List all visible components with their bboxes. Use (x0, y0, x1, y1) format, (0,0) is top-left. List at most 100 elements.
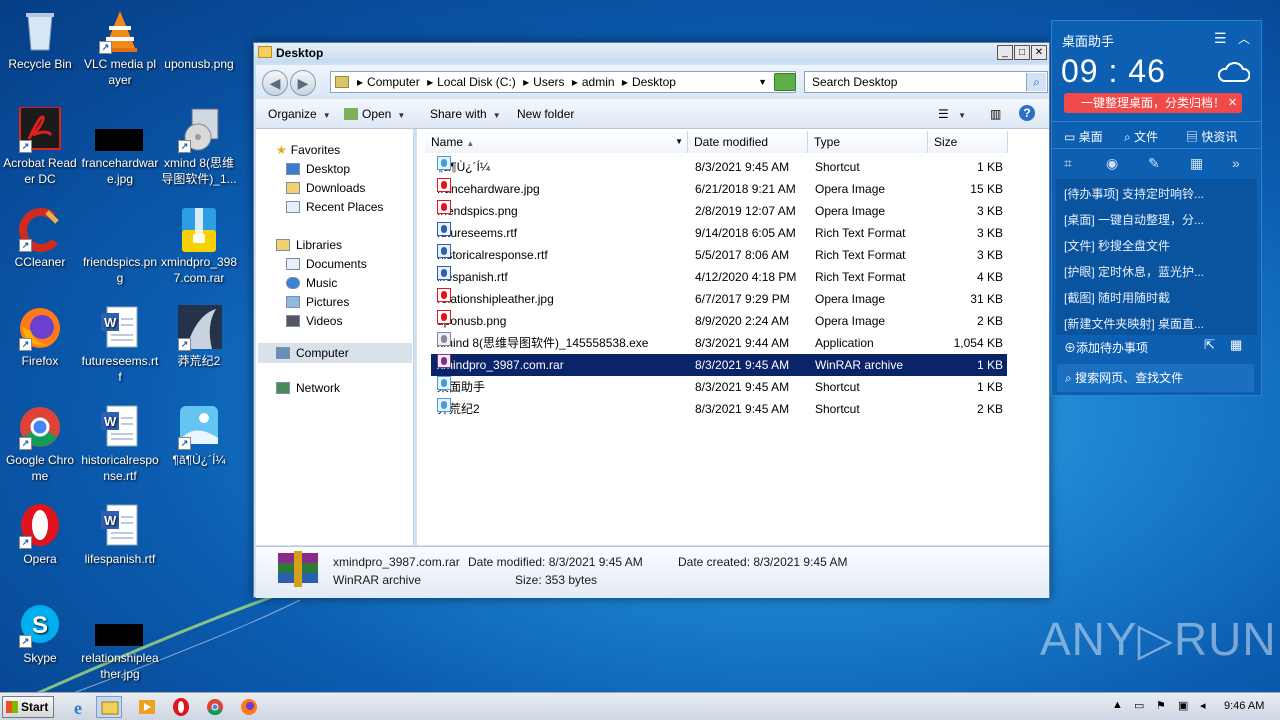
tab-files[interactable]: ⌕ 文件 (1124, 128, 1158, 145)
desktop-icon-uponusb[interactable]: uponusb.png (160, 8, 238, 72)
nav-network[interactable]: Network (276, 381, 340, 395)
title-bar[interactable]: Desktop _ □ ✕ (254, 43, 1049, 63)
file-row[interactable]: historicalresponse.rtf 5/5/2017 8:06 AM Ri… (431, 244, 1007, 266)
address-breadcrumb[interactable]: ▸ Computer ▸ Local Disk (C:) ▸ Users ▸ admin… (330, 71, 796, 93)
file-row[interactable]: xmind 8(思维导图软件)_145558538.exe 8/3/2021 9:… (431, 332, 1007, 354)
nav-pictures[interactable]: Pictures (286, 295, 349, 309)
edit-icon[interactable]: ✎ (1148, 155, 1160, 172)
column-header-name[interactable]: Name ▲ ▼ (425, 131, 688, 153)
maximize-button[interactable]: □ (1014, 45, 1030, 60)
tray-expand-icon[interactable]: ▲ (1112, 699, 1123, 711)
back-button[interactable]: ◀ (262, 70, 288, 96)
start-button[interactable]: Start (2, 696, 54, 718)
file-row[interactable]: lifespanish.rtf 4/12/2020 4:18 PM Rich Tex… (431, 266, 1007, 288)
widget-item[interactable]: [文件] 秒搜全盘文件 (1064, 237, 1170, 254)
breadcrumb-computer[interactable]: Computer (367, 75, 420, 89)
taskbar-clock[interactable]: 9:46 AM (1224, 700, 1264, 712)
new-folder-button[interactable]: New folder (517, 107, 574, 121)
monitor-tray-icon[interactable]: ▣ (1178, 699, 1188, 712)
column-header-date[interactable]: Date modified (688, 131, 808, 153)
share-with-button[interactable]: Share with ▼ (430, 107, 501, 121)
promo-banner[interactable]: 一键整理桌面，分类归档！ (1064, 93, 1242, 113)
desktop-icon-francehardware[interactable]: francehardware.jpg (81, 107, 159, 187)
file-row[interactable]: ¶ã¶Ù¿´Í¼ 8/3/2021 9:45 AM Shortcut 1 KB (431, 156, 1007, 178)
desktop-icon-opera[interactable]: ↗ Opera (1, 503, 79, 567)
nav-music[interactable]: Music (286, 276, 337, 290)
more-icon[interactable]: » (1232, 155, 1240, 171)
search-icon[interactable]: ⌕ (1026, 73, 1046, 91)
file-row[interactable]: xmindpro_3987.com.rar 8/3/2021 9:45 AM Win… (431, 354, 1007, 376)
widget-item[interactable]: [待办事项] 支持定时响铃... (1064, 185, 1204, 202)
refresh-icon[interactable] (774, 73, 796, 91)
close-button[interactable]: ✕ (1031, 45, 1047, 60)
desktop-icon-futureseems[interactable]: W futureseems.rtf (81, 305, 159, 385)
organize-button[interactable]: Organize ▼ (268, 107, 331, 121)
menu-icon[interactable]: ☰ (1214, 30, 1227, 47)
qr-code-icon[interactable]: ▦ (1230, 337, 1242, 353)
widget-search-input[interactable]: ⌕ 搜索网页、查找文件 (1057, 364, 1254, 392)
nav-downloads[interactable]: Downloads (286, 181, 365, 195)
explorer-taskbar-icon[interactable] (96, 696, 122, 718)
desktop-icon-recycle-bin[interactable]: Recycle Bin (1, 8, 79, 72)
desktop-icon-manghuangji[interactable]: ↗ 莽荒纪2 (160, 305, 238, 369)
banner-close-icon[interactable]: ✕ (1228, 96, 1237, 109)
file-row[interactable]: francehardware.jpg 6/21/2018 9:21 AM Opera… (431, 178, 1007, 200)
search-input[interactable]: Search Desktop ⌕ (804, 71, 1048, 93)
column-header-type[interactable]: Type (808, 131, 928, 153)
desktop-icon-skype[interactable]: S ↗ Skype (1, 602, 79, 666)
chevron-down-icon[interactable]: ▼ (758, 72, 767, 92)
desktop-icon-firefox[interactable]: ↗ Firefox (1, 305, 79, 369)
file-row[interactable]: friendspics.png 2/8/2019 12:07 AM Opera Im… (431, 200, 1007, 222)
breadcrumb-users[interactable]: Users (533, 75, 564, 89)
eye-icon[interactable]: ◉ (1106, 155, 1118, 172)
collapse-icon[interactable]: ︿ (1238, 30, 1250, 47)
desktop-icon-friendspics[interactable]: friendspics.png (81, 206, 159, 286)
network-tray-icon[interactable]: ▭ (1134, 699, 1144, 712)
media-player-taskbar-icon[interactable] (134, 696, 160, 718)
open-button[interactable]: Open ▼ (344, 107, 405, 121)
desktop-icon-historicalresponse[interactable]: W historicalresponse.rtf (81, 404, 159, 484)
desktop-icon-relationshipleather[interactable]: relationshipleather.jpg (81, 602, 159, 682)
nav-videos[interactable]: Videos (286, 314, 342, 328)
nav-documents[interactable]: Documents (286, 257, 367, 271)
help-icon[interactable]: ? (1019, 105, 1035, 121)
forward-button[interactable]: ▶ (290, 70, 316, 96)
desktop-icon-acrobat[interactable]: ↗ Acrobat Reader DC (1, 106, 79, 187)
nav-favorites[interactable]: ★ Favorites (276, 143, 340, 157)
firefox-taskbar-icon[interactable] (236, 696, 262, 718)
widget-item[interactable]: [护眼] 定时休息，蓝光护... (1064, 263, 1204, 280)
breadcrumb-desktop[interactable]: Desktop (632, 75, 676, 89)
column-header-size[interactable]: Size (928, 131, 1008, 153)
minimize-button[interactable]: _ (997, 45, 1013, 60)
widget-item[interactable]: [截图] 随时用随时截 (1064, 289, 1170, 306)
nav-recent-places[interactable]: Recent Places (286, 200, 383, 214)
view-options-icon[interactable]: ☰ ▼ (938, 107, 966, 121)
desktop-icon-chrome[interactable]: ↗ Google Chrome (1, 404, 79, 484)
flag-tray-icon[interactable]: ⚑ (1156, 699, 1166, 712)
file-row[interactable]: futureseems.rtf 9/14/2018 6:05 AM Rich Tex… (431, 222, 1007, 244)
desktop-helper-widget[interactable]: 桌面助手 ☰ ︿ 09 : 46 一键整理桌面，分类归档！ ✕ ▭ 桌面 ⌕ 文… (1051, 20, 1262, 396)
desktop-icon-lifespanish[interactable]: W lifespanish.rtf (81, 503, 159, 567)
breadcrumb-admin[interactable]: admin (582, 75, 615, 89)
desktop-icon-xmind-installer[interactable]: ↗ xmind 8(思维导图软件)_1... (160, 107, 238, 187)
add-todo-button[interactable]: ⊕添加待办事项 (1064, 339, 1148, 356)
breadcrumb-local-disk[interactable]: Local Disk (C:) (437, 75, 516, 89)
widget-item[interactable]: [新建文件夹映射] 桌面直... (1064, 315, 1204, 332)
chrome-taskbar-icon[interactable] (202, 696, 228, 718)
explorer-window[interactable]: Desktop _ □ ✕ ◀ ▶ ▸ Computer ▸ Local Disk … (253, 42, 1050, 598)
opera-taskbar-icon[interactable] (168, 696, 194, 718)
file-row[interactable]: 莽荒纪2 8/3/2021 9:45 AM Shortcut 2 KB (431, 398, 1007, 420)
desktop-icon-garbled-shortcut[interactable]: ↗ ¶ã¶Ù¿´Í¼ (160, 404, 238, 468)
crop-icon[interactable]: ⌗ (1064, 155, 1072, 172)
desktop-icon-xmindpro-rar[interactable]: xmindpro_3987.com.rar (160, 206, 238, 286)
file-row[interactable]: relationshipleather.jpg 6/7/2017 9:29 PM O… (431, 288, 1007, 310)
calculator-icon[interactable]: ▦ (1190, 155, 1203, 172)
tab-news[interactable]: ▤ 快资讯 (1186, 128, 1237, 145)
desktop-icon-ccleaner[interactable]: ↗ CCleaner (1, 206, 79, 270)
ie-taskbar-icon[interactable]: e (68, 696, 94, 718)
preview-pane-icon[interactable]: ▥ (990, 107, 1001, 121)
nav-libraries[interactable]: Libraries (276, 238, 342, 252)
nav-computer[interactable]: Computer (258, 343, 412, 363)
widget-item[interactable]: [桌面] 一键自动整理，分... (1064, 211, 1204, 228)
desktop-icon-vlc[interactable]: ↗ VLC media player (81, 8, 159, 88)
